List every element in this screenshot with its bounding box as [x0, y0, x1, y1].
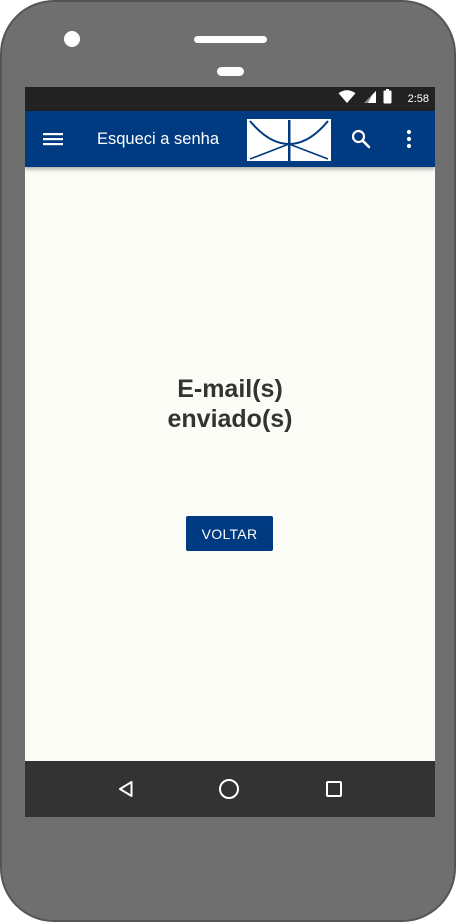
- recents-icon[interactable]: [320, 775, 348, 803]
- menu-icon[interactable]: [39, 127, 67, 151]
- screen: 2:58 Esqueci a senha E-mail(s) enviado(s…: [25, 87, 435, 817]
- status-bar: 2:58: [25, 87, 435, 111]
- phone-frame: 2:58 Esqueci a senha E-mail(s) enviado(s…: [0, 0, 456, 922]
- more-vert-icon[interactable]: [397, 125, 421, 153]
- app-title: Esqueci a senha: [97, 130, 220, 148]
- search-icon[interactable]: [347, 125, 375, 153]
- status-time: 2:58: [407, 93, 429, 105]
- back-button[interactable]: VOLTAR: [186, 516, 273, 551]
- status-icons: 2:58: [338, 87, 429, 111]
- logo: [247, 119, 331, 161]
- message-line-1: E-mail(s): [177, 375, 283, 403]
- navigation-bar: [25, 761, 435, 817]
- cellular-signal-icon: [362, 90, 377, 109]
- battery-icon: [383, 89, 392, 109]
- wifi-icon: [338, 89, 356, 109]
- back-icon[interactable]: [112, 775, 140, 803]
- message-line-2: enviado(s): [167, 405, 293, 433]
- home-icon[interactable]: [215, 775, 243, 803]
- earpiece-speaker: [194, 36, 267, 43]
- proximity-sensor: [217, 67, 244, 76]
- confirmation-message: E-mail(s) enviado(s): [25, 374, 435, 434]
- front-camera: [64, 31, 80, 47]
- app-bar: Esqueci a senha: [25, 111, 435, 167]
